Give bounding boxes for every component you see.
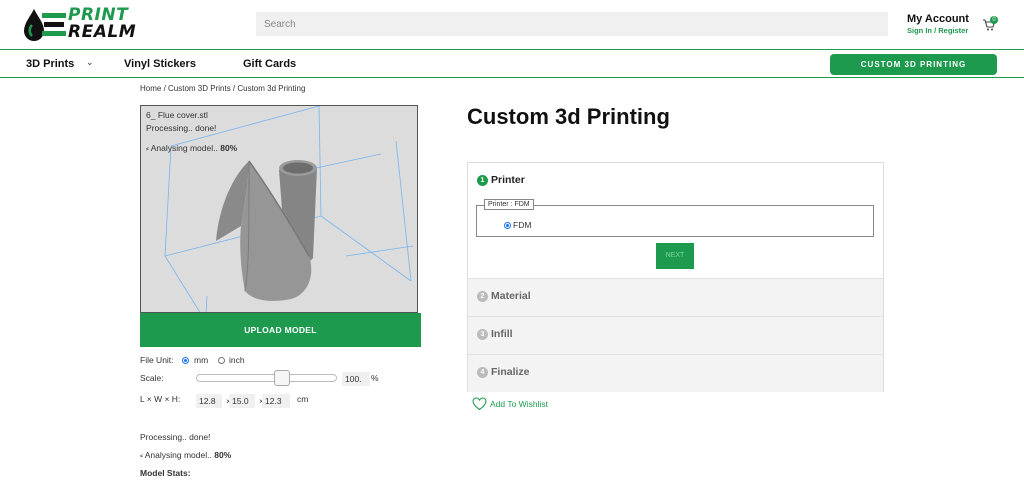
site-header: PRINT REALM My Account Sign In / Registe… bbox=[0, 0, 1024, 50]
step-number: 2 bbox=[477, 291, 488, 302]
unit-mm-label[interactable]: mm bbox=[194, 355, 208, 365]
step-infill[interactable]: 3 Infill bbox=[468, 316, 883, 354]
scale-unit: % bbox=[371, 373, 379, 383]
scale-label: Scale: bbox=[140, 373, 164, 383]
unit-inch-radio[interactable] bbox=[218, 357, 225, 364]
scale-slider-track[interactable] bbox=[196, 374, 337, 382]
length-input[interactable]: 12.8 bbox=[196, 394, 222, 408]
dimensions-label: L × W × H: bbox=[140, 394, 181, 404]
model-viewer[interactable]: 6_ Flue cover.stl Processing.. done! ⸗ A… bbox=[140, 105, 418, 313]
spinner-icon: ⸗ bbox=[140, 450, 143, 460]
account-title[interactable]: My Account bbox=[907, 13, 969, 25]
heart-icon[interactable] bbox=[472, 397, 487, 411]
width-input[interactable]: 15.0 bbox=[229, 394, 255, 408]
printer-fdm-radio[interactable] bbox=[504, 222, 511, 229]
spinner-icon: ⸗ bbox=[146, 143, 149, 153]
step-label[interactable]: Infill bbox=[491, 328, 513, 340]
nav-3d-prints[interactable]: 3D Prints bbox=[26, 58, 74, 70]
file-unit-label: File Unit: bbox=[140, 355, 174, 365]
step-number: 1 bbox=[477, 175, 488, 186]
cart-count-badge: 0 bbox=[990, 16, 998, 24]
search-input[interactable] bbox=[256, 12, 888, 36]
height-input[interactable]: 12.3 bbox=[262, 394, 290, 408]
unit-mm-radio[interactable] bbox=[182, 357, 189, 364]
printer-legend: Printer : FDM bbox=[484, 199, 534, 210]
page-title: Custom 3d Printing bbox=[467, 104, 670, 129]
analysing-label: Analysing model.. bbox=[144, 450, 212, 460]
ink-drop-icon bbox=[24, 9, 66, 41]
printer-fieldset bbox=[476, 205, 874, 237]
logo-wordmark: PRINT REALM bbox=[68, 5, 137, 42]
model-preview-canvas[interactable] bbox=[141, 106, 418, 313]
scale-input[interactable]: 100. bbox=[342, 372, 370, 386]
viewer-file-name: 6_ Flue cover.stl bbox=[146, 110, 208, 120]
analysing-percent: 80% bbox=[220, 143, 238, 153]
breadcrumb[interactable]: Home / Custom 3D Prints / Custom 3d Prin… bbox=[140, 84, 305, 93]
unit-inch-label[interactable]: inch bbox=[229, 355, 245, 365]
nav-gift-cards[interactable]: Gift Cards bbox=[243, 58, 296, 70]
configurator-panel: 1 Printer 2 Material 3 Infill 4 Finalize bbox=[467, 162, 884, 392]
analysing-status: ⸗ Analysing model.. 80% bbox=[140, 450, 231, 460]
sign-in-register-link[interactable]: Sign In / Register bbox=[907, 26, 969, 35]
dims-unit: cm bbox=[297, 394, 309, 404]
scale-slider-thumb[interactable] bbox=[273, 370, 290, 386]
step-label[interactable]: Printer bbox=[491, 174, 525, 186]
step-material[interactable]: 2 Material bbox=[468, 278, 883, 316]
analysing-percent: 80% bbox=[214, 450, 232, 460]
add-to-wishlist-link[interactable]: Add To Wishlist bbox=[490, 399, 548, 409]
viewer-analysing-status: ⸗ Analysing model.. 80% bbox=[146, 143, 237, 153]
step-number: 3 bbox=[477, 329, 488, 340]
model-stats-heading: Model Stats: bbox=[140, 468, 191, 478]
print-realm-logo[interactable]: PRINT REALM bbox=[22, 7, 164, 43]
step-number: 4 bbox=[477, 367, 488, 378]
viewer-processing-status: Processing.. done! bbox=[146, 123, 217, 133]
nav-vinyl-stickers[interactable]: Vinyl Stickers bbox=[124, 58, 196, 70]
my-account[interactable]: My Account Sign In / Register bbox=[907, 13, 969, 35]
custom-3d-printing-button[interactable]: CUSTOM 3D PRINTING bbox=[830, 54, 997, 75]
next-button[interactable]: NEXT bbox=[656, 243, 694, 269]
main-nav: 3D Prints ⌄ Vinyl Stickers Gift Cards CU… bbox=[0, 49, 1024, 78]
3d-model bbox=[216, 160, 317, 301]
step-label[interactable]: Finalize bbox=[491, 366, 530, 378]
upload-model-button[interactable]: UPLOAD MODEL bbox=[140, 313, 421, 347]
analysing-label: Analysing model.. bbox=[150, 143, 218, 153]
chevron-down-icon[interactable]: ⌄ bbox=[86, 57, 94, 68]
step-label[interactable]: Material bbox=[491, 290, 531, 302]
printer-fdm-label[interactable]: FDM bbox=[513, 220, 531, 230]
step-finalize[interactable]: 4 Finalize bbox=[468, 354, 883, 392]
processing-status: Processing.. done! bbox=[140, 432, 211, 442]
